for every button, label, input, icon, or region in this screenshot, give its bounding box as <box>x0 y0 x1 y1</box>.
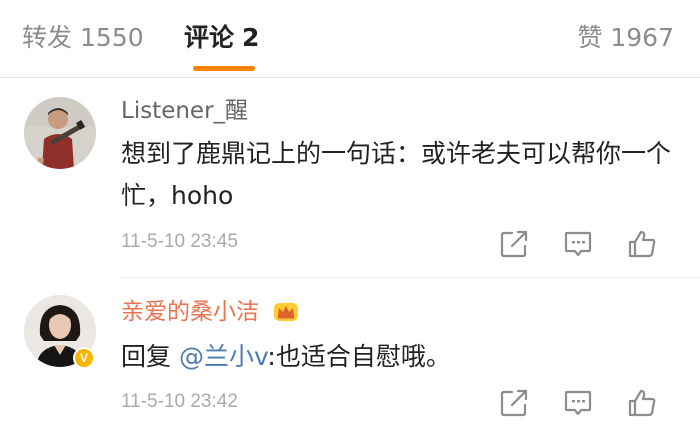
comment-username-text: 亲爱的桑小洁 <box>121 299 259 325</box>
vip-crown-icon <box>274 303 299 321</box>
like-icon[interactable] <box>626 228 658 260</box>
comment-divider <box>120 277 700 278</box>
reply-prefix: 回复 <box>121 342 179 371</box>
avatar[interactable] <box>24 97 96 169</box>
comment-actions <box>460 383 700 423</box>
like-icon[interactable] <box>626 387 658 419</box>
tab-repost[interactable]: 转发 1550 <box>22 20 144 56</box>
mention-link[interactable]: @兰小v <box>179 342 267 371</box>
tab-comment-label: 评论 <box>184 23 235 52</box>
comment-timestamp: 11-5-10 23:45 <box>121 231 238 252</box>
comment-text: 回复 @兰小v:也适合自慰哦。 <box>121 336 681 378</box>
verified-badge: V <box>73 347 95 369</box>
reply-text: :也适合自慰哦。 <box>267 342 451 371</box>
tab-like-count: 1967 <box>610 23 674 52</box>
reply-icon[interactable] <box>562 387 594 419</box>
reply-icon[interactable] <box>562 228 594 260</box>
comment-item: Listener_醒 想到了鹿鼎记上的一句话：或许老夫可以帮你一个忙，hoho … <box>0 78 700 278</box>
avatar-man-icon <box>24 97 96 169</box>
tab-comment-count: 2 <box>242 23 260 52</box>
comment-actions <box>460 224 700 264</box>
active-tab-indicator <box>193 66 255 71</box>
comment-text: 想到了鹿鼎记上的一句话：或许老夫可以帮你一个忙，hoho <box>121 139 672 210</box>
comment-timestamp: 11-5-10 23:42 <box>121 391 238 412</box>
tab-like[interactable]: 赞 1967 <box>577 20 674 56</box>
share-icon[interactable] <box>498 387 530 419</box>
comment-username[interactable]: 亲爱的桑小洁 <box>121 297 300 327</box>
comment-tabs: 转发 1550 评论 2 赞 1967 <box>0 0 700 78</box>
tab-repost-count: 1550 <box>80 23 144 52</box>
tab-repost-label: 转发 <box>22 23 73 52</box>
comment-item: V 亲爱的桑小洁 回复 @兰小v:也适合自慰哦。 11-5-10 23:42 <box>0 279 700 424</box>
share-icon[interactable] <box>498 228 530 260</box>
tab-like-label: 赞 <box>577 23 603 52</box>
comment-username[interactable]: Listener_醒 <box>121 96 248 126</box>
